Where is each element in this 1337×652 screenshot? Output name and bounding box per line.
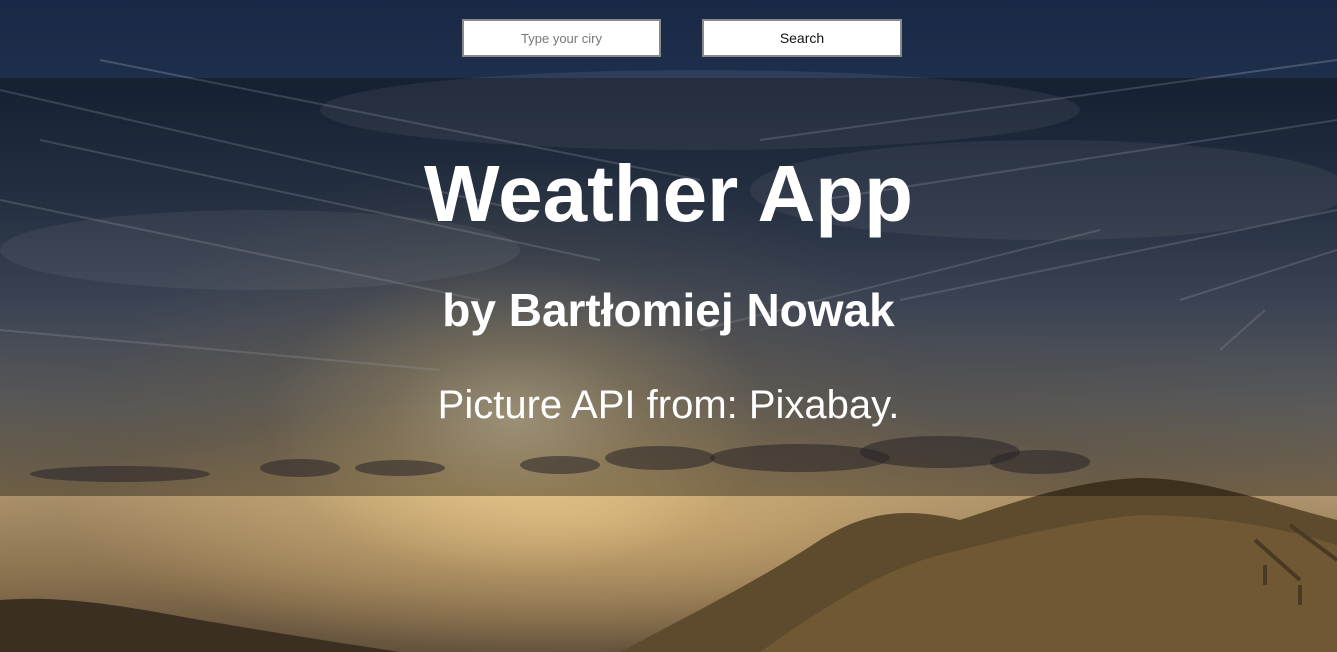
picture-credit: Picture API from: Pixabay. (437, 383, 900, 427)
search-bar: Search (0, 0, 1337, 78)
author-line: by Bartłomiej Nowak (442, 284, 895, 336)
city-search-input[interactable] (462, 19, 661, 57)
weather-app-page: Search Weather App by Bartłomiej Nowak P… (0, 0, 1337, 652)
app-title: Weather App (424, 149, 913, 238)
search-button[interactable]: Search (702, 19, 902, 57)
